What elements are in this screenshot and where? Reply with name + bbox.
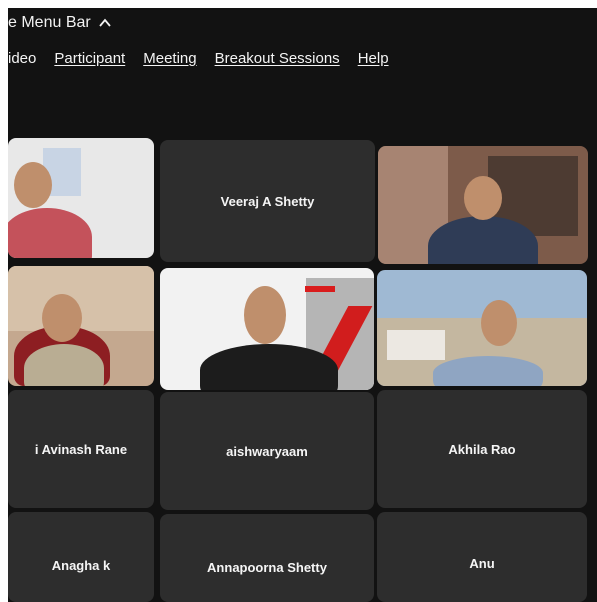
participant-name: Anagha k xyxy=(51,558,111,573)
menu-item-breakout-sessions[interactable]: Breakout Sessions xyxy=(215,50,340,67)
participant-tile-annapoorna[interactable]: Annapoorna Shetty xyxy=(160,514,374,602)
logo-mark xyxy=(305,286,335,292)
participant-tile-akhila[interactable]: Akhila Rao xyxy=(377,390,587,508)
participant-head xyxy=(464,176,502,220)
chevron-up-icon xyxy=(99,18,111,27)
participant-head xyxy=(481,300,517,346)
participant-tile-aishwaryaam[interactable]: aishwaryaam xyxy=(160,392,374,510)
participant-tile-anagha[interactable]: Anagha k xyxy=(8,512,154,602)
zoom-window: e Menu Bar ideo Participant Meeting Brea… xyxy=(8,8,597,602)
participant-video-tile[interactable] xyxy=(377,270,587,386)
participant-name: i Avinash Rane xyxy=(34,441,128,457)
participant-head xyxy=(14,162,52,208)
participant-head xyxy=(244,286,286,344)
participant-video-tile[interactable] xyxy=(8,266,154,386)
menu-bar-toggle[interactable]: e Menu Bar xyxy=(8,14,111,32)
menu-item-video[interactable]: ideo xyxy=(8,50,36,67)
participant-name: Akhila Rao xyxy=(448,441,516,457)
participant-video-tile[interactable] xyxy=(378,146,588,264)
participant-body xyxy=(200,344,338,390)
participant-video-tile[interactable] xyxy=(160,268,374,390)
participant-body xyxy=(433,356,543,386)
menu-bar-toggle-label: e Menu Bar xyxy=(8,14,91,31)
participant-name: Anu xyxy=(469,556,495,571)
campus-building xyxy=(387,330,445,360)
menu-item-participant[interactable]: Participant xyxy=(54,50,125,67)
participant-name: Veeraj A Shetty xyxy=(220,193,315,209)
participant-body xyxy=(24,344,104,386)
participant-head xyxy=(42,294,82,342)
participant-name: Annapoorna Shetty xyxy=(207,560,327,575)
menu-item-help[interactable]: Help xyxy=(358,50,389,67)
participant-video-tile[interactable] xyxy=(8,138,154,258)
participant-tile-veeraj[interactable]: Veeraj A Shetty xyxy=(160,140,375,262)
participant-tile-anu[interactable]: Anu xyxy=(377,512,587,602)
participant-tile-avinash[interactable]: i Avinash Rane xyxy=(8,390,154,508)
menu-bar: ideo Participant Meeting Breakout Sessio… xyxy=(8,50,389,67)
participant-name: aishwaryaam xyxy=(226,443,308,459)
participant-body xyxy=(8,208,92,258)
menu-item-meeting[interactable]: Meeting xyxy=(143,50,196,67)
